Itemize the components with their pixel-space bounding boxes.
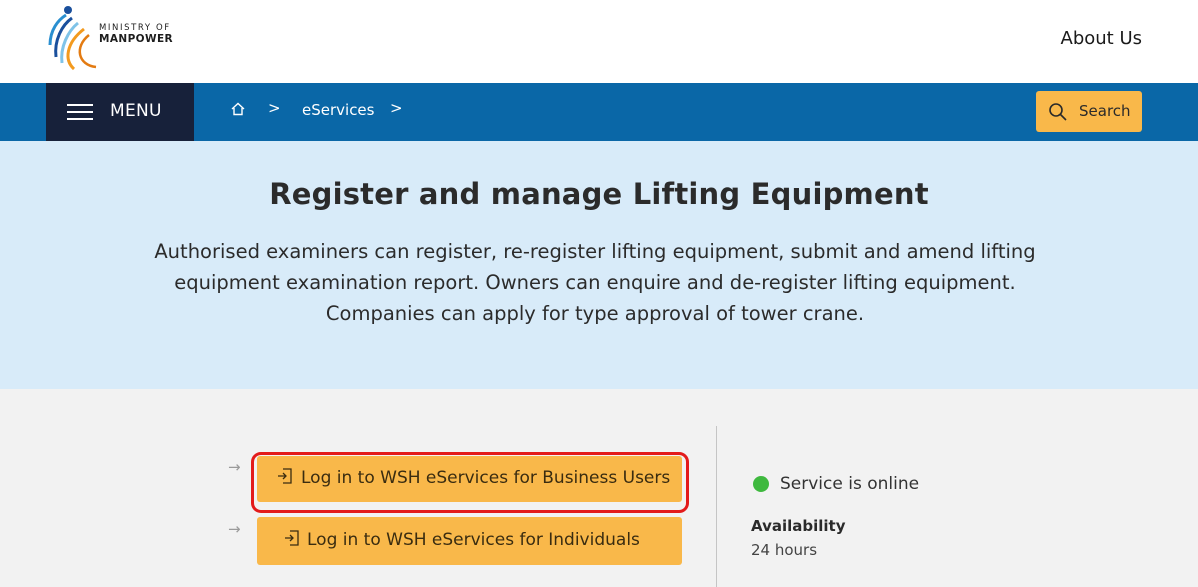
status-online-icon	[753, 476, 769, 492]
menu-label: MENU	[110, 101, 162, 121]
top-header: MINISTRY OF MANPOWER About Us	[0, 0, 1198, 83]
divider	[716, 426, 717, 587]
page-title: Register and manage Lifting Equipment	[269, 177, 929, 211]
arrow-right-icon: →	[228, 520, 241, 538]
search-icon	[1049, 103, 1067, 121]
hero-banner: Register and manage Lifting Equipment Au…	[0, 141, 1198, 389]
hamburger-icon	[67, 104, 93, 120]
availability-heading: Availability	[751, 517, 846, 535]
menu-button[interactable]: MENU	[46, 83, 194, 141]
about-us-link[interactable]: About Us	[1061, 28, 1143, 49]
highlight-box	[251, 452, 689, 513]
mom-logo[interactable]: MINISTRY OF MANPOWER	[44, 5, 194, 75]
breadcrumb-separator: >	[268, 99, 281, 117]
mom-logo-icon	[48, 6, 97, 71]
home-icon[interactable]	[230, 101, 246, 121]
arrow-right-icon: →	[228, 458, 241, 476]
search-button[interactable]: Search	[1036, 91, 1142, 132]
login-individual-button[interactable]: Log in to WSH eServices for Individuals	[257, 517, 682, 565]
logo-line2: MANPOWER	[99, 33, 174, 45]
search-label: Search	[1079, 102, 1131, 120]
page-description: Authorised examiners can register, re-re…	[154, 240, 1036, 325]
login-individual-label: Log in to WSH eServices for Individuals	[307, 530, 640, 550]
breadcrumb-separator: >	[390, 99, 403, 117]
login-door-icon	[285, 530, 299, 546]
breadcrumb-eservices[interactable]: eServices	[302, 101, 374, 119]
availability-value: 24 hours	[751, 541, 818, 559]
service-status: Service is online	[780, 474, 920, 494]
nav-bar: MENU > eServices >	[0, 83, 1198, 141]
